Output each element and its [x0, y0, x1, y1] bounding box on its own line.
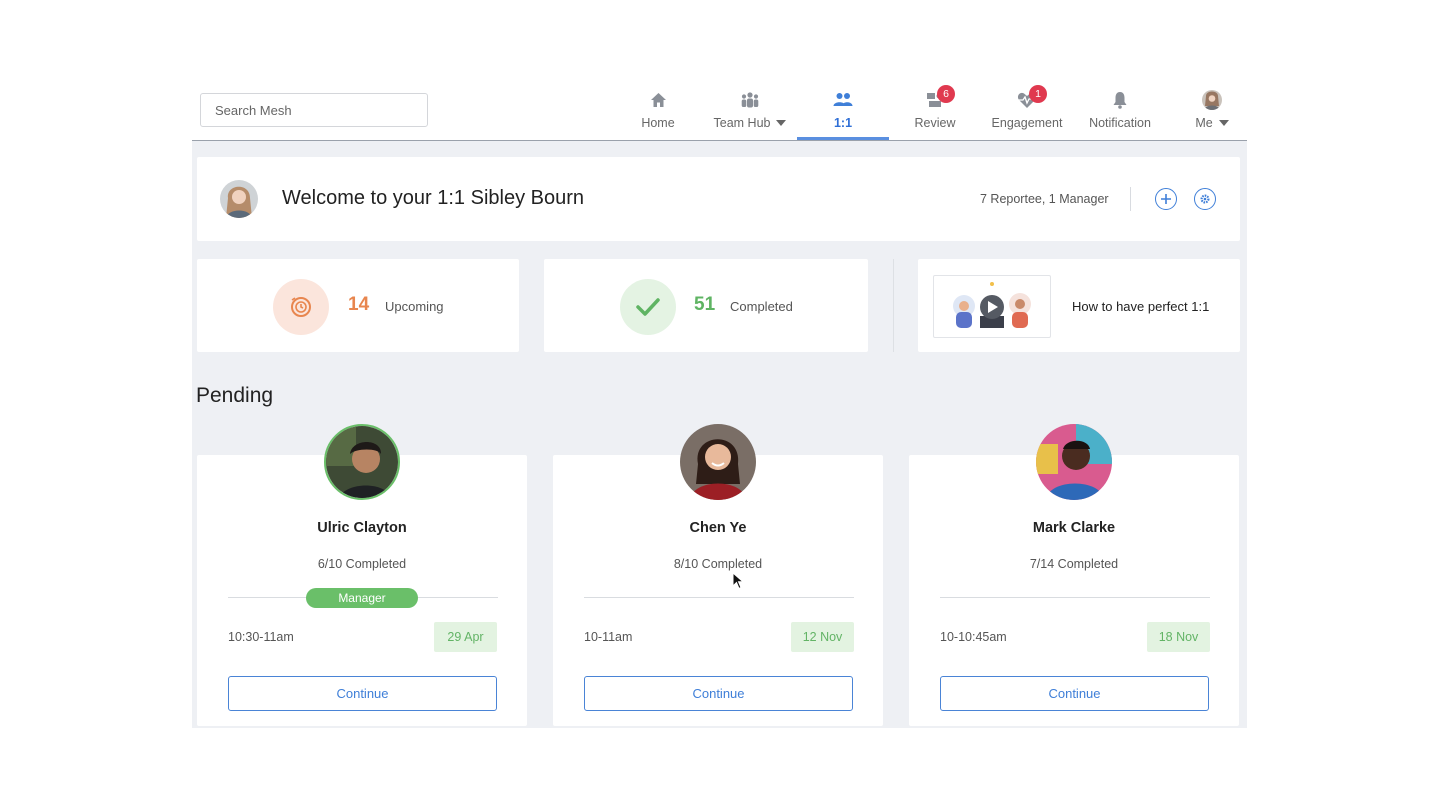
- upcoming-count: 14: [348, 294, 370, 315]
- cursor-icon: [732, 571, 745, 595]
- engagement-icon: 1: [1017, 85, 1047, 110]
- completed-label: Completed: [730, 299, 793, 314]
- search-input[interactable]: [200, 93, 428, 127]
- bell-icon: [1110, 90, 1130, 110]
- nav-team-hub-label: Team Hub: [713, 116, 771, 130]
- settings-button[interactable]: [1194, 188, 1216, 210]
- section-title: Pending: [196, 384, 274, 407]
- upcoming-icon-wrap: [273, 279, 329, 335]
- divider: [584, 597, 854, 598]
- gear-icon: [1200, 194, 1210, 204]
- video-thumbnail[interactable]: [933, 275, 1051, 338]
- nav-home-label: Home: [641, 116, 675, 130]
- tab-one-on-one[interactable]: 1:1: [797, 86, 889, 140]
- nav-engagement-label: Engagement: [991, 116, 1063, 130]
- avatar: [220, 180, 258, 218]
- nav-me-label: Me: [1195, 116, 1213, 130]
- nav-notification-label: Notification: [1089, 116, 1151, 130]
- divider: [940, 597, 1210, 598]
- person-name: Mark Clarke: [1032, 520, 1116, 536]
- completed-icon-wrap: [620, 279, 676, 335]
- chevron-down-icon: [1218, 120, 1229, 126]
- role-badge: Manager: [306, 588, 418, 608]
- continue-button[interactable]: Continue: [228, 676, 497, 711]
- meeting-time: 10-11am: [584, 630, 633, 644]
- divider: [1130, 187, 1131, 211]
- avatar: [324, 424, 400, 500]
- divider: [893, 259, 894, 352]
- avatar: [1202, 90, 1222, 110]
- nav-team-hub[interactable]: Team Hub: [710, 86, 790, 140]
- nav-review-label: Review: [914, 116, 956, 130]
- nav-me[interactable]: Me: [1190, 86, 1234, 140]
- meeting-time: 10-10:45am: [940, 630, 1007, 644]
- meeting-time: 10:30-11am: [228, 630, 294, 644]
- check-icon: [636, 298, 660, 316]
- reportee-summary: 7 Reportee, 1 Manager: [980, 192, 1109, 206]
- person-name: Chen Ye: [689, 520, 747, 536]
- upcoming-label: Upcoming: [385, 299, 444, 314]
- engagement-badge: 1: [1029, 85, 1047, 103]
- nav-review[interactable]: 6 Review: [910, 85, 960, 140]
- review-badge: 6: [937, 85, 955, 103]
- home-icon: [648, 90, 668, 110]
- meeting-date: 12 Nov: [791, 622, 854, 652]
- guide-label: How to have perfect 1:1: [1072, 299, 1210, 314]
- meeting-date: 18 Nov: [1147, 622, 1210, 652]
- person-progress: 7/14 Completed: [1029, 557, 1119, 571]
- clock-icon: [291, 297, 311, 317]
- avatar: [1036, 424, 1112, 500]
- team-icon: [740, 90, 760, 110]
- avatar: [680, 424, 756, 500]
- continue-button[interactable]: Continue: [584, 676, 853, 711]
- nav-engagement[interactable]: 1 Engagement: [990, 85, 1064, 140]
- person-progress: 8/10 Completed: [673, 557, 763, 571]
- person-name: Ulric Clayton: [317, 520, 407, 536]
- add-button[interactable]: [1155, 188, 1177, 210]
- continue-button[interactable]: Continue: [940, 676, 1209, 711]
- chevron-down-icon: [776, 120, 787, 126]
- nav-notification[interactable]: Notification: [1085, 86, 1155, 140]
- person-progress: 6/10 Completed: [317, 557, 407, 571]
- nav-home[interactable]: Home: [637, 86, 679, 140]
- meeting-date: 29 Apr: [434, 622, 497, 652]
- review-icon: 6: [925, 85, 955, 110]
- page-title: Welcome to your 1:1 Sibley Bourn: [282, 187, 585, 209]
- plus-icon: [1161, 194, 1171, 204]
- nav-one-on-one-label: 1:1: [833, 116, 853, 130]
- completed-count: 51: [694, 294, 716, 315]
- one-on-one-icon: [833, 90, 853, 110]
